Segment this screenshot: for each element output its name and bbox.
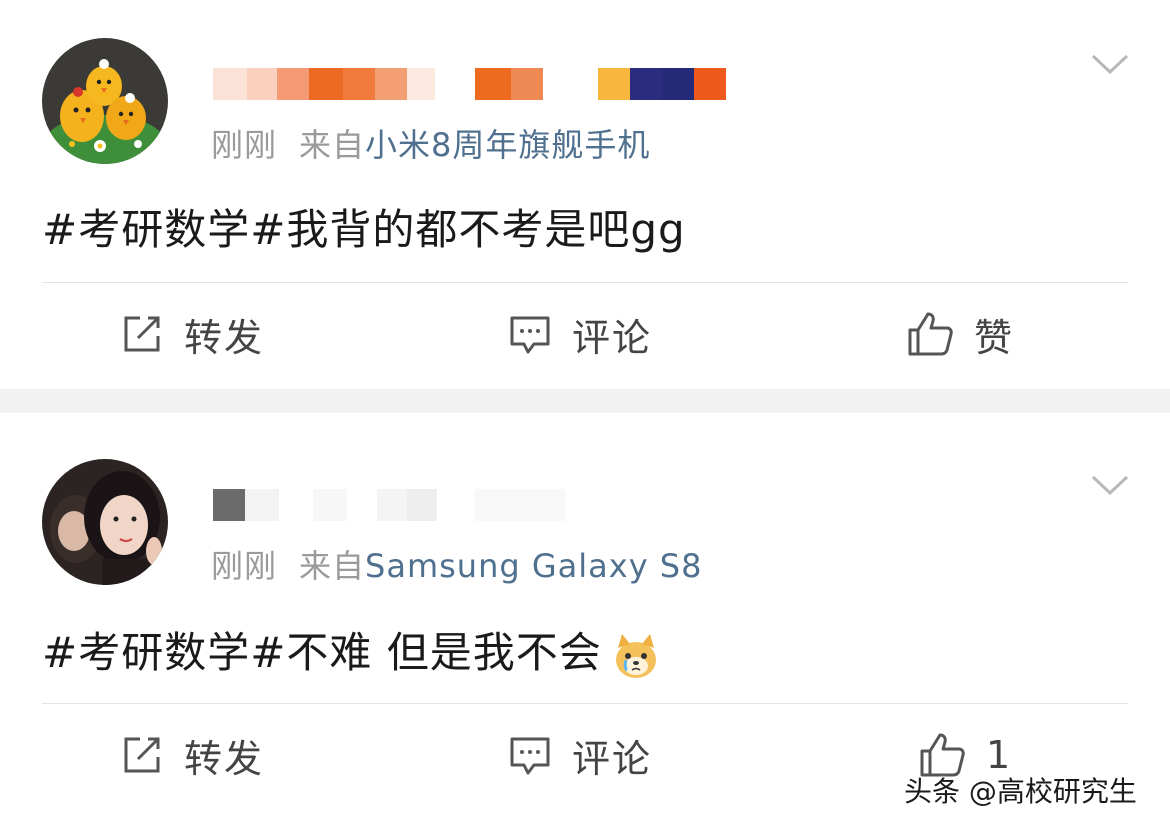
- avatar[interactable]: [42, 459, 168, 585]
- post-meta: 刚刚 来自小米8周年旗舰手机: [211, 120, 650, 166]
- dog-crying-emoji-icon: [615, 633, 656, 678]
- username-redacted[interactable]: [213, 481, 753, 521]
- chevron-down-icon[interactable]: [1090, 50, 1130, 78]
- divider: [42, 282, 1128, 283]
- post-meta: 刚刚 来自Samsung Galaxy S8: [211, 541, 702, 587]
- like-label: 赞: [974, 315, 1015, 360]
- post-time: 刚刚: [211, 547, 278, 585]
- post-content: #考研数学#不难 但是我不会: [42, 619, 662, 682]
- post-card: 刚刚来自Samsung Galaxy S8 #考研数学#不难 但是我不会 转发: [0, 413, 1170, 825]
- watermark: 头条 @高校研究生: [904, 775, 1137, 808]
- post-text: #考研数学#不难 但是我不会: [42, 628, 602, 677]
- device-source-link[interactable]: Samsung Galaxy S8: [365, 547, 702, 585]
- thumbs-up-icon: [908, 312, 953, 356]
- repost-icon: [124, 316, 160, 352]
- repost-label: 转发: [184, 736, 265, 781]
- avatar-portrait-image: [42, 459, 168, 585]
- comment-icon: [510, 316, 550, 354]
- device-source-link[interactable]: 小米8周年旗舰手机: [365, 126, 650, 164]
- comment-button[interactable]: 评论: [508, 306, 652, 362]
- comment-icon: [510, 737, 550, 775]
- repost-button[interactable]: 转发: [120, 306, 264, 362]
- post-time: 刚刚: [211, 126, 278, 164]
- like-button[interactable]: 赞: [906, 306, 1014, 362]
- divider: [42, 703, 1128, 704]
- repost-button[interactable]: 转发: [120, 727, 264, 783]
- username-redacted[interactable]: [213, 60, 753, 100]
- comment-label: 评论: [572, 736, 653, 781]
- avatar[interactable]: [42, 38, 168, 164]
- post-card: 刚刚 来自小米8周年旗舰手机 #考研数学#我背的都不考是吧gg 转发 评论 赞: [0, 0, 1170, 389]
- post-content: #考研数学#我背的都不考是吧gg: [42, 205, 686, 254]
- avatar-chicks-image: [42, 38, 168, 164]
- chevron-down-icon[interactable]: [1090, 471, 1130, 499]
- repost-label: 转发: [184, 315, 265, 360]
- from-label: 来自: [299, 547, 366, 585]
- repost-icon: [124, 737, 160, 773]
- comment-button[interactable]: 评论: [508, 727, 652, 783]
- from-label: 来自: [299, 126, 366, 164]
- comment-label: 评论: [572, 315, 653, 360]
